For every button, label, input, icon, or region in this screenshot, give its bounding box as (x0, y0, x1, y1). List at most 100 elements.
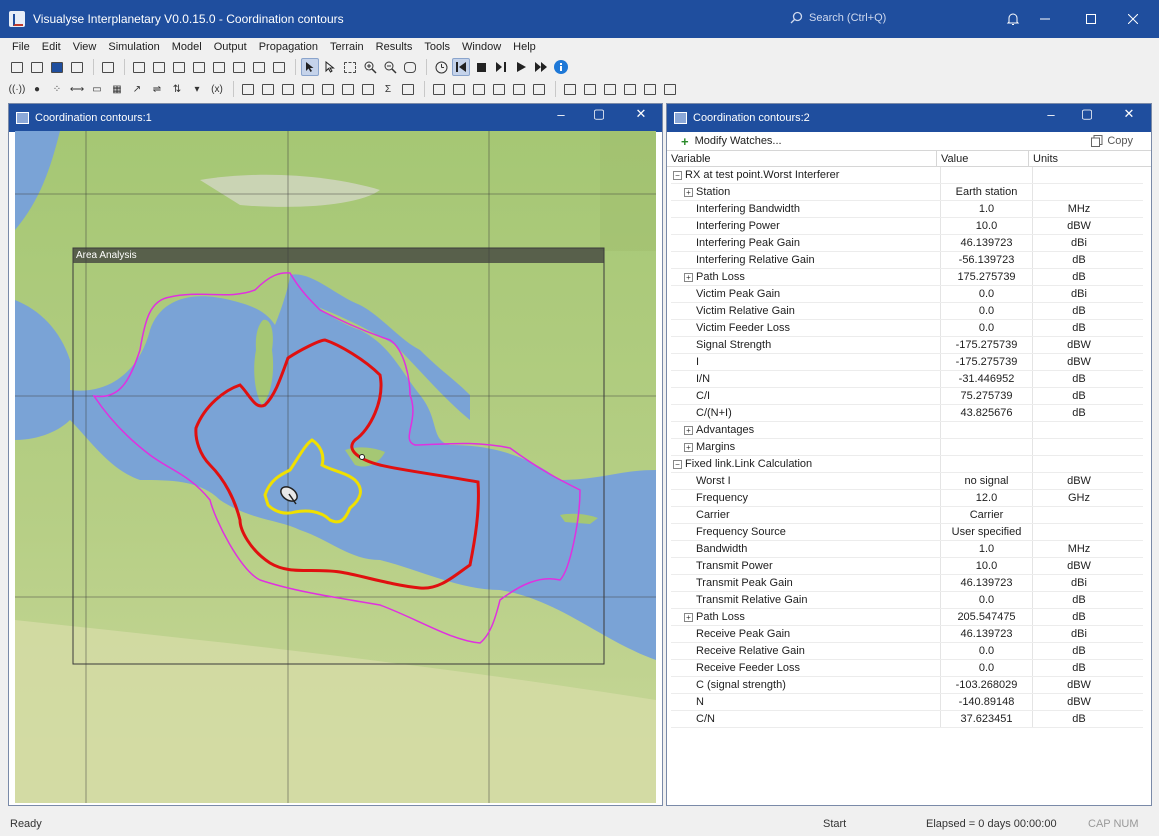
station-icon[interactable] (239, 80, 257, 98)
terrain-icon[interactable] (621, 80, 639, 98)
menu-simulation[interactable]: Simulation (108, 41, 159, 53)
station-icon[interactable] (279, 80, 297, 98)
link-icon[interactable]: ⟷ (68, 80, 86, 98)
modify-watches-button[interactable]: Modify Watches... (695, 135, 782, 147)
menu-output[interactable]: Output (214, 41, 247, 53)
table-icon[interactable] (250, 58, 268, 76)
watch-row[interactable]: Frequency Source User specified (671, 524, 1143, 541)
clock-icon[interactable] (432, 58, 450, 76)
chevron-down-icon[interactable]: ▾ (188, 80, 206, 98)
watch-row[interactable]: Receive Peak Gain 46.139723 dBi (671, 626, 1143, 643)
collapse-icon[interactable]: − (673, 460, 682, 469)
menu-help[interactable]: Help (513, 41, 536, 53)
view-icon[interactable] (430, 80, 448, 98)
col-variable[interactable]: Variable (667, 151, 937, 166)
watch-row[interactable]: − RX at test point.Worst Interferer (671, 167, 1143, 184)
open-folder-icon[interactable] (28, 58, 46, 76)
watch-row[interactable]: Receive Relative Gain 0.0 dB (671, 643, 1143, 660)
map-view-icon[interactable] (270, 58, 288, 76)
watch-row[interactable]: Receive Feeder Loss 0.0 dB (671, 660, 1143, 677)
terrain-icon[interactable] (601, 80, 619, 98)
copy-button[interactable]: Copy (1091, 135, 1133, 147)
collapse-icon[interactable]: − (673, 171, 682, 180)
view-icon[interactable] (490, 80, 508, 98)
menu-results[interactable]: Results (376, 41, 413, 53)
terrain-icon[interactable] (561, 80, 579, 98)
menu-file[interactable]: File (12, 41, 30, 53)
map-close-button[interactable]: ✕ (629, 104, 653, 124)
watch-row[interactable]: + Station Earth station (671, 184, 1143, 201)
expand-icon[interactable]: + (684, 426, 693, 435)
station-icon[interactable] (299, 80, 317, 98)
view-icon[interactable] (450, 80, 468, 98)
new-file-icon[interactable] (8, 58, 26, 76)
minimize-button[interactable] (1022, 0, 1068, 38)
watch-row[interactable]: Victim Feeder Loss 0.0 dB (671, 320, 1143, 337)
watch-close-button[interactable]: ✕ (1117, 104, 1141, 124)
expand-icon[interactable]: + (684, 188, 693, 197)
watch-row[interactable]: Worst I no signal dBW (671, 473, 1143, 490)
menu-edit[interactable]: Edit (42, 41, 61, 53)
watch-row[interactable]: Transmit Power 10.0 dBW (671, 558, 1143, 575)
watch-row[interactable]: C/N 37.623451 dB (671, 711, 1143, 728)
save-as-icon[interactable] (68, 58, 86, 76)
path-icon[interactable]: ↗ (128, 80, 146, 98)
menu-view[interactable]: View (73, 41, 97, 53)
watch-row[interactable]: Signal Strength -175.275739 dBW (671, 337, 1143, 354)
chart-icon[interactable] (230, 58, 248, 76)
expand-icon[interactable]: + (684, 613, 693, 622)
station-icon[interactable] (319, 80, 337, 98)
watch-row[interactable]: + Advantages (671, 422, 1143, 439)
search-box[interactable]: Search (Ctrl+Q) (790, 11, 886, 24)
view-icon[interactable] (470, 80, 488, 98)
watch-row[interactable]: C/(N+I) 43.825676 dB (671, 405, 1143, 422)
menu-tools[interactable]: Tools (424, 41, 450, 53)
select-icon[interactable] (321, 58, 339, 76)
segment-icon[interactable]: ▭ (88, 80, 106, 98)
rewind-icon[interactable] (452, 58, 470, 76)
fast-forward-icon[interactable] (532, 58, 550, 76)
plot-icon[interactable] (170, 58, 188, 76)
map-maximize-button[interactable]: ▢ (587, 104, 611, 124)
watch-row[interactable]: C (signal strength) -103.268029 dBW (671, 677, 1143, 694)
watch-row[interactable]: N -140.89148 dBW (671, 694, 1143, 711)
watch-row[interactable]: Transmit Peak Gain 46.139723 dBi (671, 575, 1143, 592)
maximize-button[interactable] (1068, 0, 1114, 38)
multi-point-icon[interactable]: ⁘ (48, 80, 66, 98)
terrain-icon[interactable] (661, 80, 679, 98)
watch-row[interactable]: Carrier Carrier (671, 507, 1143, 524)
watch-row[interactable]: Interfering Relative Gain -56.139723 dB (671, 252, 1143, 269)
station-icon[interactable] (259, 80, 277, 98)
plot-icon[interactable] (190, 58, 208, 76)
expand-icon[interactable]: + (684, 273, 693, 282)
box-select-icon[interactable] (341, 58, 359, 76)
export-icon[interactable] (399, 80, 417, 98)
terrain-icon[interactable] (641, 80, 659, 98)
terrain-icon[interactable] (581, 80, 599, 98)
menu-window[interactable]: Window (462, 41, 501, 53)
grid-icon[interactable]: ▦ (108, 80, 126, 98)
sum-icon[interactable]: Σ (379, 80, 397, 98)
close-button[interactable] (1110, 0, 1156, 38)
watch-row[interactable]: Bandwidth 1.0 MHz (671, 541, 1143, 558)
pointer-icon[interactable] (301, 58, 319, 76)
info-icon[interactable] (552, 58, 570, 76)
plot-icon[interactable] (210, 58, 228, 76)
watch-row[interactable]: + Margins (671, 439, 1143, 456)
watch-row[interactable]: C/I 75.275739 dB (671, 388, 1143, 405)
watch-row[interactable]: + Path Loss 175.275739 dB (671, 269, 1143, 286)
step-icon[interactable] (492, 58, 510, 76)
watch-row[interactable]: Victim Relative Gain 0.0 dB (671, 303, 1143, 320)
col-units[interactable]: Units (1029, 151, 1139, 166)
watch-row[interactable]: Interfering Peak Gain 46.139723 dBi (671, 235, 1143, 252)
watch-minimize-button[interactable]: – (1039, 104, 1063, 124)
map-minimize-button[interactable]: – (549, 104, 573, 124)
plot-icon[interactable] (150, 58, 168, 76)
menu-propagation[interactable]: Propagation (259, 41, 318, 53)
function-icon[interactable]: (x) (208, 80, 226, 98)
watch-maximize-button[interactable]: ▢ (1075, 104, 1099, 124)
save-icon[interactable] (48, 58, 66, 76)
expand-icon[interactable]: + (684, 443, 693, 452)
watch-row[interactable]: I/N -31.446952 dB (671, 371, 1143, 388)
menu-model[interactable]: Model (172, 41, 202, 53)
